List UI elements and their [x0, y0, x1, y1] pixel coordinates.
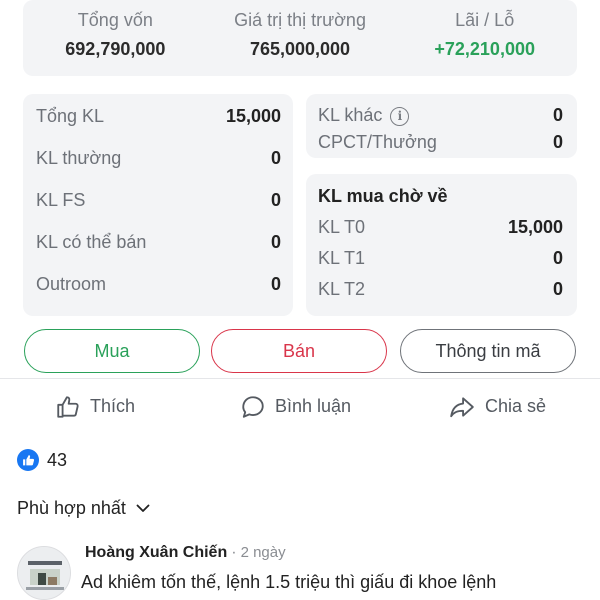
- market-value-label: Giá trị thị trường: [234, 10, 366, 30]
- total-capital: Tổng vốn 692,790,000: [23, 0, 208, 76]
- volume-row-normal: KL thường 0: [36, 137, 281, 179]
- volume-label: KL có thể bán: [36, 231, 147, 252]
- volume-value: 0: [552, 132, 563, 152]
- thumbs-up-icon: [57, 395, 79, 418]
- chevron-down-icon: [136, 504, 150, 512]
- comment-text: Ad khiêm tốn thế, lệnh 1.5 triệu thì giấ…: [81, 572, 497, 592]
- comment-time: 2 ngày: [240, 544, 286, 561]
- volume-value: 0: [270, 273, 281, 294]
- volume-value: 15,000: [225, 105, 281, 126]
- volume-row-sellable: KL có thể bán 0: [36, 221, 281, 263]
- like-label: Thích: [90, 396, 136, 416]
- like-button[interactable]: Thích: [55, 394, 135, 420]
- total-capital-label: Tổng vốn: [77, 10, 153, 30]
- profit-loss: Lãi / Lỗ +72,210,000: [392, 0, 577, 76]
- other-volume-label: KL khác: [318, 105, 383, 125]
- volume-label: KL thường: [36, 147, 122, 168]
- speech-bubble-icon: [242, 395, 264, 418]
- like-reaction-icon: [17, 449, 39, 471]
- sort-label: Phù hợp nhất: [17, 498, 126, 518]
- volume-row-outroom: Outroom 0: [36, 263, 281, 305]
- pending-volume-panel: KL mua chờ về KL T0 15,000 KL T1 0 KL T2…: [306, 174, 577, 316]
- comment-button[interactable]: Bình luận: [240, 394, 351, 420]
- reaction-count: 43: [47, 449, 68, 470]
- volume-label: KL FS: [36, 189, 86, 210]
- market-value: Giá trị thị trường 765,000,000: [208, 0, 393, 76]
- profit-loss-label: Lãi / Lỗ: [455, 10, 515, 30]
- info-icon[interactable]: i: [390, 106, 410, 126]
- comment-header: Hoàng Xuân Chiến · 2 ngày: [85, 544, 286, 562]
- volume-value: 0: [270, 189, 281, 210]
- volume-value: 0: [552, 248, 563, 268]
- volume-label: KL T1: [318, 248, 366, 268]
- pending-row-t1: KL T1 0: [318, 243, 563, 274]
- market-value-value: 765,000,000: [249, 39, 351, 59]
- portfolio-summary: Tổng vốn 692,790,000 Giá trị thị trường …: [23, 0, 577, 76]
- comment-label: Bình luận: [275, 396, 352, 416]
- volume-panel: Tổng KL 15,000 KL thường 0 KL FS 0 KL có…: [23, 94, 293, 316]
- volume-value: 0: [270, 231, 281, 252]
- pending-row-t0: KL T0 15,000: [318, 212, 563, 243]
- post-action-bar: Thích Bình luận Chia sẻ: [0, 378, 600, 434]
- volume-value: 0: [270, 147, 281, 168]
- volume-label: Tổng KL: [36, 105, 105, 126]
- volume-value: 15,000: [507, 217, 563, 237]
- separator-dot: ·: [231, 544, 237, 561]
- avatar[interactable]: [17, 546, 71, 600]
- total-capital-value: 692,790,000: [65, 39, 166, 59]
- volume-label: KL khác i: [318, 105, 410, 126]
- volume-label: CPCT/Thưởng: [318, 132, 437, 152]
- volume-row-fs: KL FS 0: [36, 179, 281, 221]
- share-arrow-icon: [450, 396, 474, 417]
- volume-row-bonus: CPCT/Thưởng 0: [318, 129, 563, 156]
- volume-label: KL T2: [318, 279, 366, 299]
- buy-button[interactable]: Mua: [24, 329, 200, 373]
- share-button[interactable]: Chia sẻ: [448, 394, 546, 420]
- volume-row-total: Tổng KL 15,000: [36, 95, 281, 137]
- sell-button[interactable]: Bán: [211, 329, 387, 373]
- volume-label: KL T0: [318, 217, 366, 237]
- volume-value: 0: [552, 279, 563, 299]
- pending-row-t2: KL T2 0: [318, 274, 563, 305]
- comment-sort-dropdown[interactable]: Phù hợp nhất: [17, 498, 150, 519]
- pending-volume-title: KL mua chờ về: [318, 186, 448, 206]
- other-volume-panel: KL khác i 0 CPCT/Thưởng 0: [306, 94, 577, 158]
- profit-loss-value: +72,210,000: [434, 39, 535, 59]
- volume-label: Outroom: [36, 273, 107, 294]
- volume-row-other: KL khác i 0: [318, 102, 563, 129]
- share-label: Chia sẻ: [485, 396, 547, 416]
- stock-info-button[interactable]: Thông tin mã: [400, 329, 576, 373]
- reaction-summary[interactable]: 43: [17, 449, 67, 471]
- volume-value: 0: [552, 105, 563, 125]
- comment-author[interactable]: Hoàng Xuân Chiến: [85, 544, 227, 561]
